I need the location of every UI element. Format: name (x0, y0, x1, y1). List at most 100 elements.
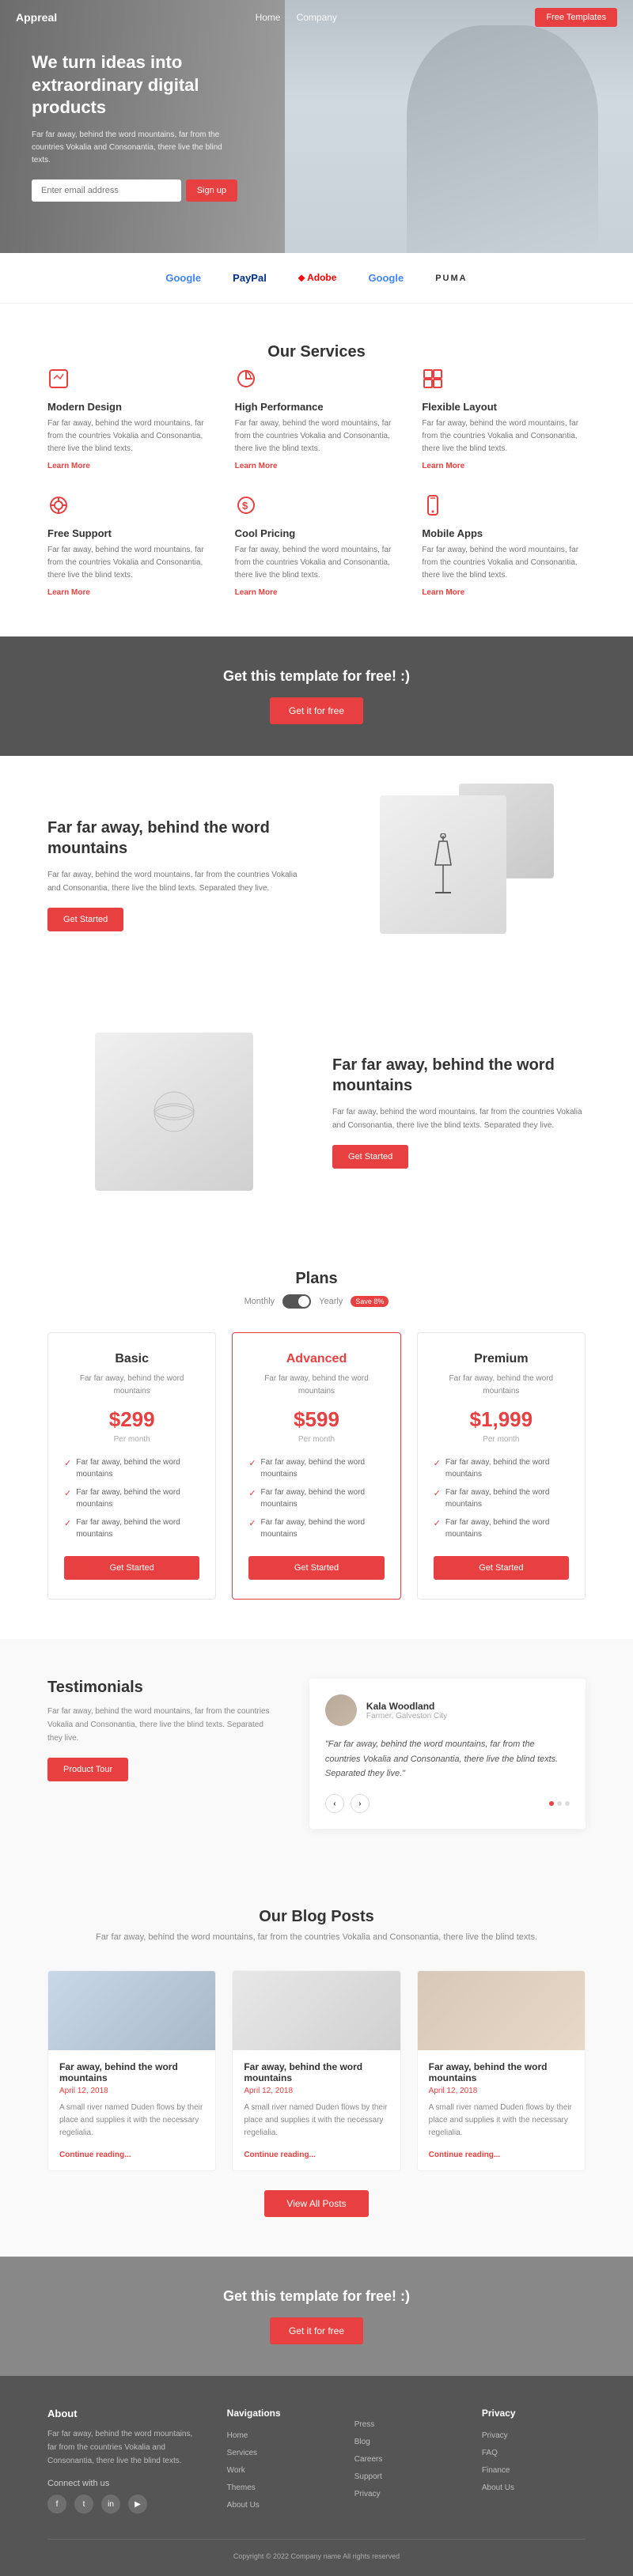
blog-grid: Far away, behind the word mountains Apri… (47, 1970, 586, 2171)
plan-advanced-price: $599 (248, 1407, 384, 1432)
testimonial-nav: ‹ › (325, 1794, 570, 1813)
footer-col2-links: Press Blog Careers Support Privacy (354, 2417, 458, 2499)
footer-col-3: Privacy Privacy FAQ Finance About Us (482, 2408, 586, 2515)
plan-advanced-button[interactable]: Get Started (248, 1556, 384, 1580)
footer-nav-services[interactable]: Services (227, 2449, 257, 2457)
hero-heading: We turn ideas into extraordinary digital… (32, 51, 237, 119)
feature-section-2: Far far away, behind the word mountains … (0, 993, 633, 1230)
blog-excerpt-0: A small river named Duden flows by their… (59, 2102, 204, 2140)
blog-excerpt-2: A small river named Duden flows by their… (429, 2102, 574, 2140)
footer-faq[interactable]: FAQ (482, 2449, 498, 2457)
hero-signup-button[interactable]: Sign up (186, 179, 237, 202)
plan-premium-feature-0: ✓Far far away, behind the word mountains (434, 1456, 569, 1480)
services-grid: Modern Design Far far away, behind the w… (47, 368, 586, 597)
service-text-0: Far far away, behind the word mountains,… (47, 417, 211, 455)
hero-content: We turn ideas into extraordinary digital… (0, 51, 269, 202)
blog-img-2 (418, 1971, 585, 2050)
cta-banner-2-button[interactable]: Get it for free (270, 2317, 363, 2344)
footer-privacy-2[interactable]: Privacy (482, 2431, 508, 2440)
blog-section: Our Blog Posts Far far away, behind the … (0, 1868, 633, 2257)
feature-1-main-img (380, 795, 506, 934)
service-text-5: Far far away, behind the word mountains,… (422, 544, 586, 582)
social-youtube[interactable]: ▶ (128, 2495, 147, 2514)
testimonial-quote: "Far far away, behind the word mountains… (325, 1737, 570, 1781)
feature-1-get-started-button[interactable]: Get Started (47, 908, 123, 931)
service-title-0: Modern Design (47, 401, 211, 413)
footer-nav-work[interactable]: Work (227, 2466, 245, 2475)
plan-basic-period: Per month (64, 1435, 199, 1444)
plan-basic-button[interactable]: Get Started (64, 1556, 199, 1580)
testimonial-dot-1[interactable] (549, 1801, 554, 1806)
hero-email-input[interactable] (32, 179, 181, 202)
footer-top: About Far far away, behind the word moun… (47, 2408, 586, 2515)
cta-banner-1-text: Get this template for free! :) (32, 668, 601, 685)
footer-col-2: Press Blog Careers Support Privacy (354, 2408, 458, 2515)
performance-icon (235, 368, 260, 393)
testimonial-dot-3[interactable] (565, 1801, 570, 1806)
footer: About Far far away, behind the word moun… (0, 2376, 633, 2576)
footer-support[interactable]: Support (354, 2472, 382, 2481)
blog-title-2: Far away, behind the word mountains (429, 2061, 574, 2083)
footer-about-us[interactable]: About Us (482, 2483, 514, 2492)
blog-content-0: Far away, behind the word mountains Apri… (48, 2050, 215, 2170)
feature-section-1: Far far away, behind the word mountains … (0, 756, 633, 993)
nav-company[interactable]: Company (297, 12, 337, 23)
testimonials-title: Testimonials (47, 1679, 278, 1697)
blog-title: Our Blog Posts (47, 1908, 586, 1926)
plan-premium-feature-2: ✓Far far away, behind the word mountains (434, 1517, 569, 1540)
footer-nav-themes[interactable]: Themes (227, 2483, 256, 2492)
brand-google-2: Google (368, 272, 404, 284)
toggle-switch[interactable] (282, 1294, 311, 1309)
product-tour-button[interactable]: Product Tour (47, 1758, 128, 1781)
service-link-0[interactable]: Learn More (47, 462, 211, 470)
service-cool-pricing: $ Cool Pricing Far far away, behind the … (235, 494, 399, 597)
footer-connect-label: Connect with us (47, 2479, 203, 2488)
service-title-2: Flexible Layout (422, 401, 586, 413)
plans-grid: Basic Far far away, behind the word moun… (47, 1332, 586, 1600)
service-text-2: Far far away, behind the word mountains,… (422, 417, 586, 455)
testimonial-author: Kala Woodland Farmer, Galveston City (325, 1694, 570, 1726)
blog-date-2: April 12, 2018 (429, 2087, 574, 2095)
author-name: Kala Woodland (366, 1701, 447, 1712)
footer-nav-about[interactable]: About Us (227, 2501, 260, 2510)
footer-careers[interactable]: Careers (354, 2455, 383, 2464)
social-twitter[interactable]: t (74, 2495, 93, 2514)
social-instagram[interactable]: in (101, 2495, 120, 2514)
footer-blog[interactable]: Blog (354, 2438, 370, 2446)
testimonial-prev-button[interactable]: ‹ (325, 1794, 344, 1813)
blog-link-1[interactable]: Continue reading... (244, 2151, 316, 2159)
service-link-1[interactable]: Learn More (235, 462, 399, 470)
feature-2-image (47, 1033, 301, 1191)
nav-home[interactable]: Home (256, 12, 281, 23)
testimonial-next-button[interactable]: › (351, 1794, 370, 1813)
footer-nav-home[interactable]: Home (227, 2431, 248, 2440)
footer-about-title: About (47, 2408, 203, 2419)
footer-col3-title: Privacy (482, 2408, 586, 2419)
blog-date-0: April 12, 2018 (59, 2087, 204, 2095)
plan-basic: Basic Far far away, behind the word moun… (47, 1332, 216, 1600)
service-link-5[interactable]: Learn More (422, 588, 586, 597)
social-links: f t in ▶ (47, 2495, 203, 2514)
footer-privacy[interactable]: Privacy (354, 2490, 381, 2499)
view-all-posts-button[interactable]: View All Posts (264, 2190, 368, 2217)
cta-banner-1-button[interactable]: Get it for free (270, 697, 363, 724)
blog-link-2[interactable]: Continue reading... (429, 2151, 501, 2159)
service-free-support: Free Support Far far away, behind the wo… (47, 494, 211, 597)
service-flexible-layout: Flexible Layout Far far away, behind the… (422, 368, 586, 470)
footer-finance[interactable]: Finance (482, 2466, 510, 2475)
service-link-2[interactable]: Learn More (422, 462, 586, 470)
testimonial-dot-2[interactable] (557, 1801, 562, 1806)
social-facebook[interactable]: f (47, 2495, 66, 2514)
nav-cta-button[interactable]: Free Templates (535, 8, 617, 27)
design-icon (47, 368, 73, 393)
blog-link-0[interactable]: Continue reading... (59, 2151, 131, 2159)
services-title: Our Services (47, 343, 586, 361)
feature-2-body: Far far away, behind the word mountains,… (332, 1105, 586, 1132)
plan-premium-button[interactable]: Get Started (434, 1556, 569, 1580)
footer-press[interactable]: Press (354, 2420, 375, 2429)
feature-2-get-started-button[interactable]: Get Started (332, 1145, 408, 1169)
footer-nav-title: Navigations (227, 2408, 331, 2419)
plan-premium-feature-1: ✓Far far away, behind the word mountains (434, 1486, 569, 1510)
service-link-4[interactable]: Learn More (235, 588, 399, 597)
service-link-3[interactable]: Learn More (47, 588, 211, 597)
